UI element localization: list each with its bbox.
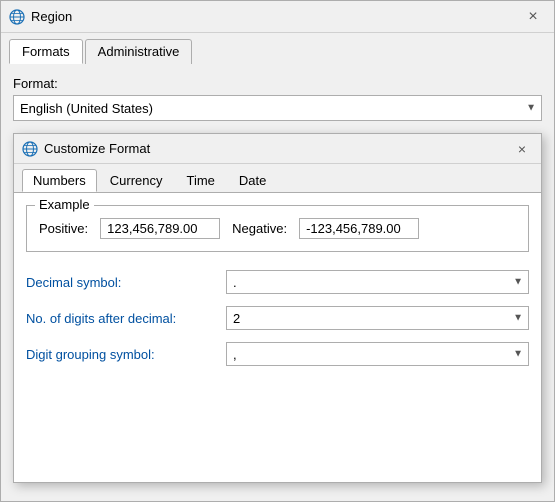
tab-numbers[interactable]: Numbers: [22, 169, 97, 192]
format-label: Format:: [13, 76, 542, 91]
tab-date[interactable]: Date: [228, 169, 277, 192]
negative-value: -123,456,789.00: [299, 218, 419, 239]
digit-grouping-symbol-row: Digit grouping symbol: , . None ▼: [26, 340, 529, 368]
digits-after-decimal-label: No. of digits after decimal:: [26, 311, 226, 326]
customize-format-window: Customize Format × Numbers Currency Time…: [13, 133, 542, 483]
inner-body: Example Positive: 123,456,789.00 Negativ…: [14, 193, 541, 482]
example-legend: Example: [35, 197, 94, 212]
digits-after-decimal-select[interactable]: 0 1 2 3 4: [226, 306, 529, 330]
outer-tab-bar: Formats Administrative: [1, 33, 554, 64]
inner-close-button[interactable]: ×: [511, 138, 533, 160]
positive-label: Positive:: [39, 221, 88, 236]
example-row: Positive: 123,456,789.00 Negative: -123,…: [39, 214, 516, 239]
customize-icon: [22, 141, 38, 157]
example-group: Example Positive: 123,456,789.00 Negativ…: [26, 205, 529, 252]
tab-time[interactable]: Time: [176, 169, 226, 192]
decimal-symbol-label: Decimal symbol:: [26, 275, 226, 290]
tab-administrative[interactable]: Administrative: [85, 39, 193, 64]
outer-close-button[interactable]: ×: [520, 4, 546, 30]
format-select[interactable]: English (United States): [13, 95, 542, 121]
digit-grouping-symbol-label: Digit grouping symbol:: [26, 347, 226, 362]
region-icon: [9, 9, 25, 25]
digits-after-decimal-row: No. of digits after decimal: 0 1 2 3 4 ▼: [26, 304, 529, 332]
decimal-symbol-select-wrapper: . , ▼: [226, 270, 529, 294]
digits-after-decimal-select-wrapper: 0 1 2 3 4 ▼: [226, 306, 529, 330]
inner-title-bar: Customize Format ×: [14, 134, 541, 164]
decimal-symbol-row: Decimal symbol: . , ▼: [26, 268, 529, 296]
region-window: Region × Formats Administrative Format: …: [0, 0, 555, 502]
outer-window-title: Region: [31, 9, 520, 24]
inner-window-title: Customize Format: [44, 141, 511, 156]
digit-grouping-symbol-select-wrapper: , . None ▼: [226, 342, 529, 366]
tab-currency[interactable]: Currency: [99, 169, 174, 192]
inner-tab-bar: Numbers Currency Time Date: [14, 164, 541, 193]
tab-formats[interactable]: Formats: [9, 39, 83, 64]
negative-label: Negative:: [232, 221, 287, 236]
format-select-wrapper: English (United States) ▼: [13, 95, 542, 121]
outer-title-bar: Region ×: [1, 1, 554, 33]
digit-grouping-symbol-select[interactable]: , . None: [226, 342, 529, 366]
decimal-symbol-select[interactable]: . ,: [226, 270, 529, 294]
positive-value: 123,456,789.00: [100, 218, 220, 239]
outer-content: Format: English (United States) ▼ Custom…: [1, 64, 554, 501]
